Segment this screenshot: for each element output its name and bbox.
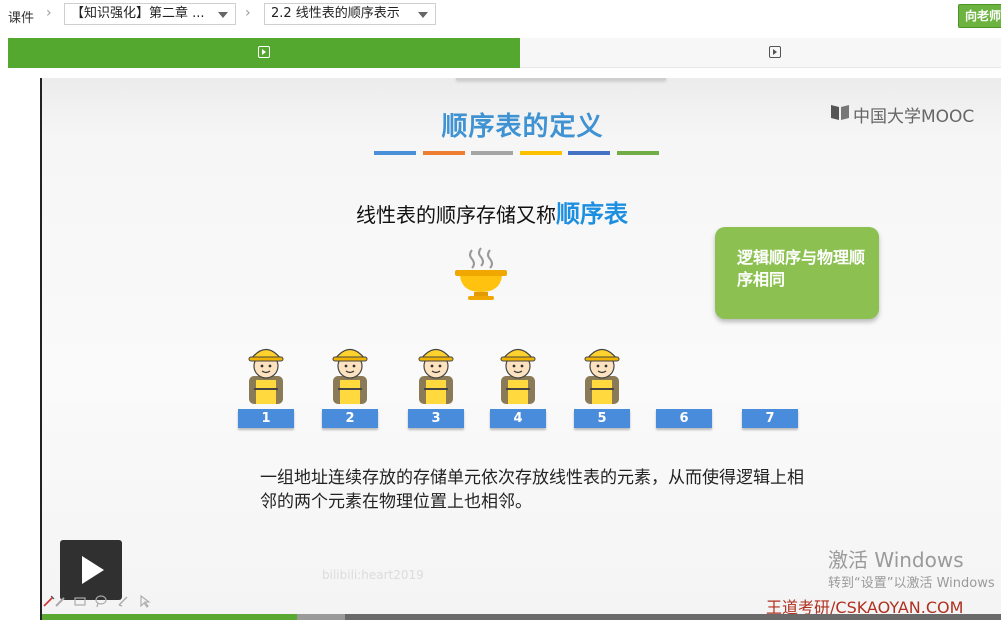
memory-slot: 2 [322, 409, 378, 428]
cooking-pot-icon [455, 247, 507, 300]
user-watermark: bilibili:heart2019 [322, 568, 424, 582]
highlighter-icon[interactable] [116, 594, 130, 608]
chevron-right-icon: › [46, 5, 52, 21]
chevron-down-icon [418, 12, 428, 18]
worker-figure-icon [500, 348, 536, 404]
chevron-down-icon [218, 12, 228, 18]
play-button[interactable] [60, 540, 122, 600]
activate-windows-subtitle: 转到“设置”以激活 Windows [828, 576, 995, 591]
annotation-toolbar [42, 592, 162, 612]
memory-slot: 6 [656, 409, 712, 428]
breadcrumb-root[interactable]: 课件 [8, 7, 34, 26]
progress-buffer [296, 614, 345, 620]
worker-figure-icon [418, 348, 454, 404]
title-underline-segment [422, 151, 465, 155]
chevron-right-icon: › [245, 5, 251, 21]
tab-video-2[interactable] [520, 38, 1001, 68]
memory-slot: 5 [574, 409, 630, 428]
pointer-icon[interactable] [138, 594, 152, 608]
memory-slot: 7 [742, 409, 798, 428]
title-underline-segment [616, 151, 659, 155]
slide-subtitle: 线性表的顺序存储又称顺序表 [356, 194, 628, 229]
video-play-icon [258, 46, 270, 58]
memory-slot: 1 [238, 409, 294, 428]
activate-windows-title: 激活 Windows [828, 548, 964, 572]
video-player[interactable]: 中国大学MOOC 顺序表的定义 线性表的顺序存储又称顺序表 逻辑顺序与物理顺序相… [40, 78, 1001, 620]
lesson-select[interactable]: 2.2 线性表的顺序表示 [264, 3, 436, 25]
subtitle-highlight: 顺序表 [556, 200, 628, 228]
progress-fill [42, 614, 297, 620]
subtitle-text: 线性表的顺序存储又称 [356, 203, 556, 227]
slide-title: 顺序表的定义 [441, 112, 604, 142]
title-underline-segment [519, 151, 562, 155]
marker-icon[interactable] [54, 594, 68, 608]
slide-description: 一组地址连续存放的存储单元依次存放线性表的元素，从而使得逻辑上相邻的两个元素在物… [260, 468, 804, 512]
eraser-icon[interactable] [73, 594, 87, 608]
tab-video-1[interactable] [8, 38, 520, 68]
title-underline-segment [374, 151, 416, 155]
progress-bar[interactable] [42, 614, 1001, 620]
ask-teacher-button[interactable]: 向老师 [958, 4, 1001, 28]
lesson-select-value: 2.2 线性表的顺序表示 [271, 6, 400, 21]
breadcrumb: 课件 › 【知识强化】第二章 ... › 2.2 线性表的顺序表示 向老师 [0, 0, 1001, 34]
callout-box: 逻辑顺序与物理顺序相同 [715, 227, 879, 319]
chapter-select-value: 【知识强化】第二章 ... [71, 6, 205, 21]
video-play-icon [769, 46, 781, 58]
lasso-icon[interactable] [94, 594, 108, 608]
memory-slot: 3 [408, 409, 464, 428]
memory-slot: 4 [490, 409, 546, 428]
slide-top-shadow [456, 78, 666, 80]
chapter-select[interactable]: 【知识强化】第二章 ... [64, 3, 236, 25]
worker-figure-icon [332, 348, 368, 404]
worker-figure-icon [584, 348, 620, 404]
title-underline-segment [471, 151, 513, 155]
worker-figure-icon [248, 348, 284, 404]
title-underline-segment [568, 151, 610, 155]
